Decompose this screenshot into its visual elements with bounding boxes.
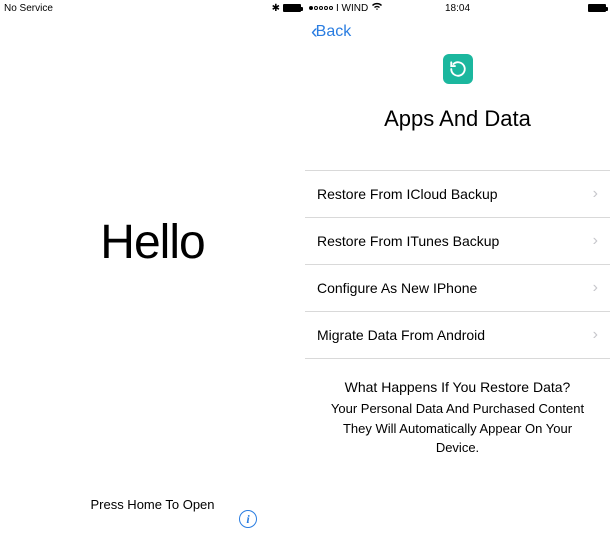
option-restore-itunes[interactable]: Restore From ITunes Backup ›: [305, 217, 610, 264]
carrier-label: I WIND: [336, 3, 368, 14]
signal-strength-icon: [309, 6, 333, 10]
bluetooth-icon: ✱: [272, 3, 280, 14]
right-phone-apps-and-data: I WIND 18:04 ‹ Back Apps And Data Restor: [305, 0, 610, 542]
battery-icon: [283, 4, 301, 12]
option-label: Migrate Data From Android: [317, 327, 485, 343]
footer-line: Device.: [317, 438, 598, 458]
chevron-right-icon: ›: [593, 279, 598, 297]
hello-greeting: Hello: [0, 215, 305, 270]
option-label: Configure As New IPhone: [317, 280, 477, 296]
back-button[interactable]: ‹ Back: [311, 21, 351, 44]
option-migrate-android[interactable]: Migrate Data From Android ›: [305, 311, 610, 359]
nav-bar: ‹ Back: [305, 16, 610, 48]
chevron-right-icon: ›: [593, 326, 598, 344]
footer-heading: What Happens If You Restore Data?: [317, 379, 598, 395]
page-title: Apps And Data: [305, 106, 610, 132]
clock-label: 18:04: [445, 3, 470, 14]
press-home-label: Press Home To Open: [0, 497, 305, 512]
option-label: Restore From ITunes Backup: [317, 233, 499, 249]
carrier-label: No Service: [4, 3, 53, 14]
back-label: Back: [316, 23, 352, 41]
footer-line: They Will Automatically Appear On Your: [317, 419, 598, 439]
wifi-icon: [371, 2, 383, 14]
option-configure-new[interactable]: Configure As New IPhone ›: [305, 264, 610, 311]
options-list: Restore From ICloud Backup › Restore Fro…: [305, 170, 610, 359]
battery-icon: [588, 4, 606, 12]
info-icon[interactable]: i: [239, 510, 257, 528]
option-label: Restore From ICloud Backup: [317, 186, 498, 202]
restore-app-icon: [443, 54, 473, 84]
chevron-right-icon: ›: [593, 185, 598, 203]
footer-info: What Happens If You Restore Data? Your P…: [305, 379, 610, 458]
status-bar-left: No Service ✱: [0, 0, 305, 16]
chevron-right-icon: ›: [593, 232, 598, 250]
left-phone-hello-screen: No Service ✱ Hello Press Home To Open i: [0, 0, 305, 542]
footer-line: Your Personal Data And Purchased Content: [317, 399, 598, 419]
status-bar-right: I WIND 18:04: [305, 0, 610, 16]
option-restore-icloud[interactable]: Restore From ICloud Backup ›: [305, 170, 610, 217]
